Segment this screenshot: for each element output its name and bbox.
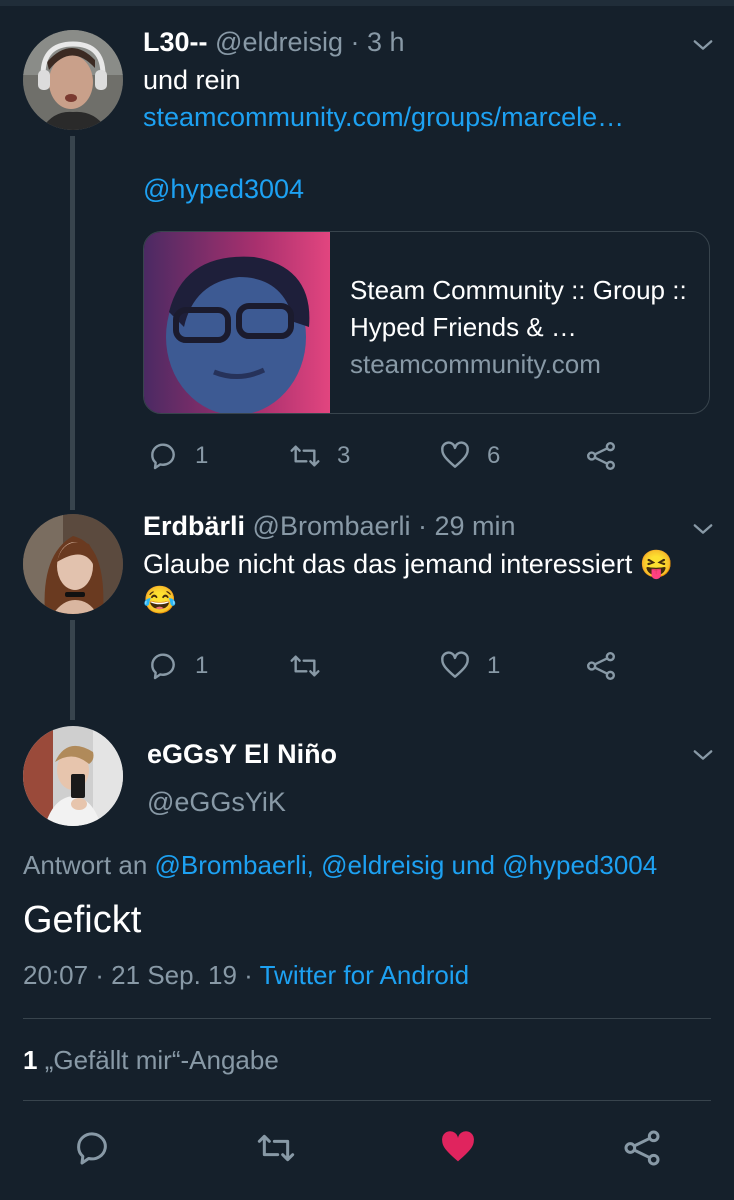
reply-prefix: Antwort an [23, 850, 148, 880]
tweet-text-body: Glaube nicht das das jemand interessiert [143, 549, 633, 579]
like-count: 6 [487, 442, 501, 469]
user-handle[interactable]: @Brombaerli [253, 511, 411, 541]
tweet-text: Gefickt [23, 899, 142, 941]
reply-mentions[interactable]: @Brombaerli, @eldreisig und @hyped3004 [155, 850, 658, 880]
tweet-text: und rein [143, 65, 241, 95]
link-card[interactable]: Steam Community :: Group :: Hyped Friend… [143, 231, 710, 414]
tweet-time: · 3 h [350, 27, 405, 57]
card-thumbnail [144, 232, 330, 413]
reply-count: 1 [195, 652, 209, 679]
focused-actions [0, 1120, 734, 1176]
tweet-time: · 29 min [418, 511, 516, 541]
tweet-client[interactable]: Twitter for Android [260, 960, 470, 990]
card-title: Steam Community :: Group :: Hyped Friend… [350, 275, 687, 342]
avatar[interactable] [23, 514, 123, 614]
retweet-icon[interactable] [256, 1128, 296, 1168]
chevron-down-icon[interactable] [692, 744, 714, 766]
avatar[interactable] [23, 30, 123, 130]
tweet-actions: 1 3 6 [143, 436, 643, 476]
tweet-text: Glaube nicht das das jemand interessiert… [143, 546, 673, 582]
display-name[interactable]: Erdbärli [143, 511, 245, 541]
reply-action[interactable]: 1 [147, 646, 208, 686]
like-action[interactable]: 6 [439, 436, 500, 476]
tweet-header: Erdbärli @Brombaerli · 29 min [143, 510, 516, 542]
tongue-emoji: 😝 [639, 549, 674, 579]
share-icon [587, 652, 615, 680]
retweet-action[interactable]: 3 [289, 436, 350, 476]
reply-context: Antwort an @Brombaerli, @eldreisig und @… [23, 850, 657, 881]
tweet-actions: 1 1 [143, 646, 643, 686]
retweet-icon [290, 445, 320, 467]
divider [23, 1018, 711, 1019]
display-name[interactable]: eGGsY El Niño [147, 738, 337, 770]
likes-count: 1 [23, 1045, 38, 1075]
retweet-action[interactable] [289, 646, 321, 686]
display-name[interactable]: L30-- [143, 27, 208, 57]
retweet-icon [290, 655, 320, 677]
likes-summary[interactable]: 1 „Gefällt mir“-Angabe [23, 1045, 279, 1076]
reply-icon [151, 653, 175, 680]
like-action[interactable]: 1 [439, 646, 500, 686]
share-action[interactable] [585, 436, 617, 476]
share-icon [587, 442, 615, 470]
user-handle[interactable]: @eldreisig [215, 27, 343, 57]
user-handle[interactable]: @eGGsYiK [147, 786, 286, 818]
retweet-count: 3 [337, 442, 351, 469]
likes-label: „Gefällt mir“-Angabe [44, 1045, 279, 1075]
like-icon [441, 651, 469, 678]
reply-icon[interactable] [72, 1128, 112, 1168]
like-count: 1 [487, 652, 501, 679]
reply-count: 1 [195, 442, 209, 469]
thread-line [70, 620, 75, 720]
tweet-timestamp: 20:07 · 21 Sep. 19 · [23, 960, 253, 990]
tweet-mention[interactable]: @hyped3004 [143, 171, 304, 207]
laughing-emoji: 😂 [143, 585, 177, 615]
tweet-meta: 20:07 · 21 Sep. 19 · Twitter for Android [23, 960, 469, 991]
like-icon[interactable] [438, 1128, 478, 1168]
divider [23, 1100, 711, 1101]
share-action[interactable] [585, 646, 617, 686]
avatar[interactable] [23, 726, 123, 826]
share-icon[interactable] [622, 1128, 662, 1168]
like-icon [441, 441, 469, 468]
chevron-down-icon[interactable] [692, 34, 714, 56]
card-domain: steamcommunity.com [350, 349, 601, 379]
tweet-link[interactable]: steamcommunity.com/groups/marcele… [143, 99, 624, 135]
reply-icon [151, 443, 175, 470]
thread-line [70, 136, 75, 510]
chevron-down-icon[interactable] [692, 518, 714, 540]
top-bar [0, 0, 734, 6]
reply-action[interactable]: 1 [147, 436, 208, 476]
tweet-header: L30-- @eldreisig · 3 h [143, 26, 405, 58]
